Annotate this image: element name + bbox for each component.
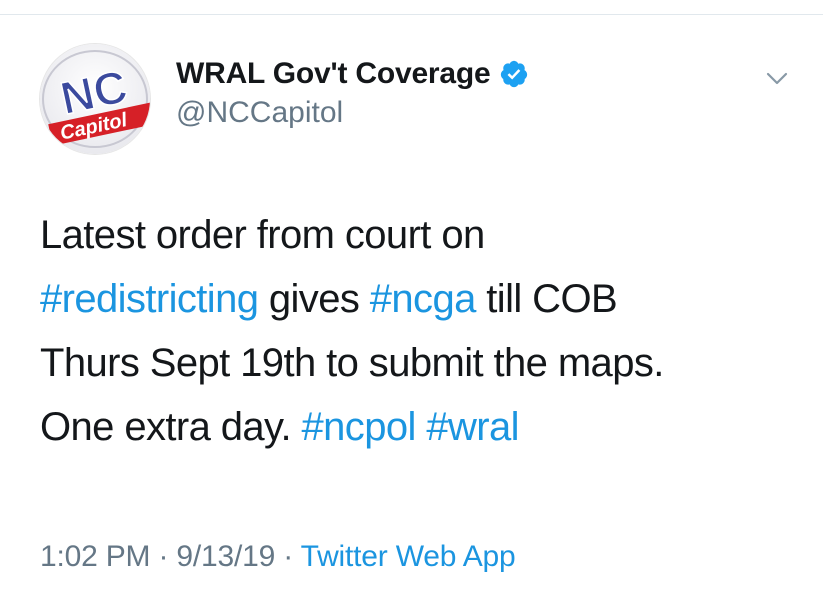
tweet-time[interactable]: 1:02 PM	[40, 540, 151, 573]
tweet-text-segment: Latest order from court on	[40, 213, 485, 257]
tweet-text-segment: One extra day.	[40, 405, 302, 449]
tweet-text-segment: Thurs Sept 19th to submit the maps.	[40, 341, 664, 385]
chevron-down-icon[interactable]	[761, 62, 793, 94]
hashtag-link[interactable]: #redistricting	[40, 277, 259, 321]
tweet-line: Latest order from court on	[40, 203, 800, 267]
verified-badge-icon	[500, 60, 527, 88]
tweet-meta: 1:02 PM · 9/13/19 · Twitter Web App	[40, 540, 516, 574]
tweet-text-segment	[416, 405, 427, 449]
display-name[interactable]: WRAL Gov't Coverage	[176, 57, 491, 91]
tweet-line: One extra day. #ncpol #wral	[40, 395, 800, 459]
tweet-line: #redistricting gives #ncga till COB	[40, 267, 800, 331]
avatar[interactable]: NC Capitol	[40, 44, 150, 154]
hashtag-link[interactable]: #ncga	[370, 277, 477, 321]
tweet-text-segment: gives	[258, 277, 370, 321]
tweet-text-segment: till COB	[475, 277, 618, 321]
tweet-line: Thurs Sept 19th to submit the maps.	[40, 331, 800, 395]
top-divider	[0, 14, 823, 15]
tweet-header: WRAL Gov't Coverage @NCCapitol	[176, 54, 529, 130]
nc-capitol-logo: NC Capitol	[40, 44, 150, 154]
tweet-text: Latest order from court on #redistricting…	[40, 203, 800, 459]
hashtag-link[interactable]: #ncpol	[302, 405, 417, 449]
meta-separator: ·	[150, 540, 177, 573]
hashtag-link[interactable]: #wral	[426, 405, 519, 449]
tweet-date[interactable]: 9/13/19	[176, 540, 275, 573]
user-handle[interactable]: @NCCapitol	[176, 96, 529, 130]
name-row: WRAL Gov't Coverage	[176, 54, 529, 94]
meta-separator: ·	[275, 540, 301, 573]
tweet-source-link[interactable]: Twitter Web App	[301, 540, 516, 573]
